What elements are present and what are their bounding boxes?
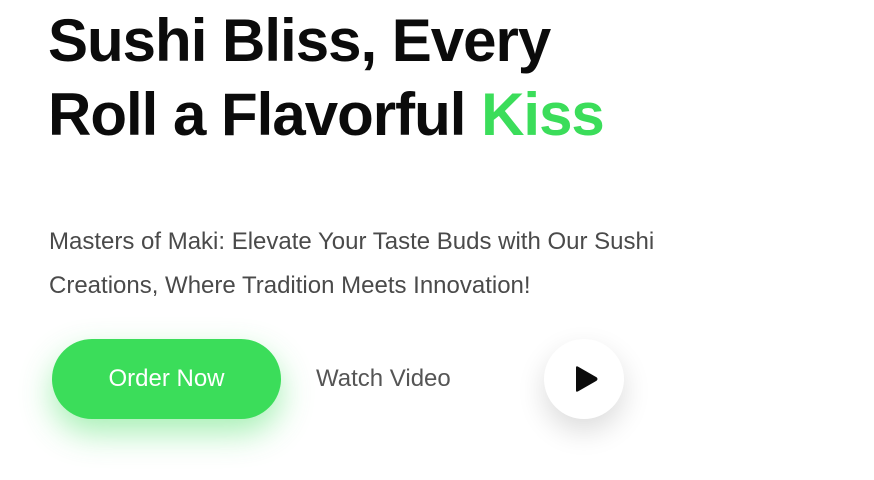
watch-video-link[interactable]: Watch Video [316, 339, 624, 419]
subtitle-line-2: Creations, Where Tradition Meets Innovat… [49, 272, 531, 299]
headline-accent-word: Kiss [481, 81, 605, 148]
play-video-button[interactable] [544, 339, 624, 419]
headline-line-2-text: Roll a Flavorful [48, 81, 482, 148]
headline-line-1: Sushi Bliss, Every [48, 7, 551, 74]
subtitle-line-1: Masters of Maki: Elevate Your Taste Buds… [49, 228, 655, 255]
watch-video-label[interactable]: Watch Video [316, 365, 451, 393]
hero-section: Sushi Bliss, Every Roll a Flavorful Kiss… [48, 0, 848, 480]
headline-line-2: Roll a Flavorful Kiss [48, 78, 605, 152]
hero-subtitle: Masters of Maki: Elevate Your Taste Buds… [49, 220, 809, 308]
hero-headline: Sushi Bliss, Every Roll a Flavorful Kiss [48, 4, 605, 152]
order-now-button[interactable]: Order Now [52, 339, 281, 419]
play-icon [576, 366, 598, 392]
